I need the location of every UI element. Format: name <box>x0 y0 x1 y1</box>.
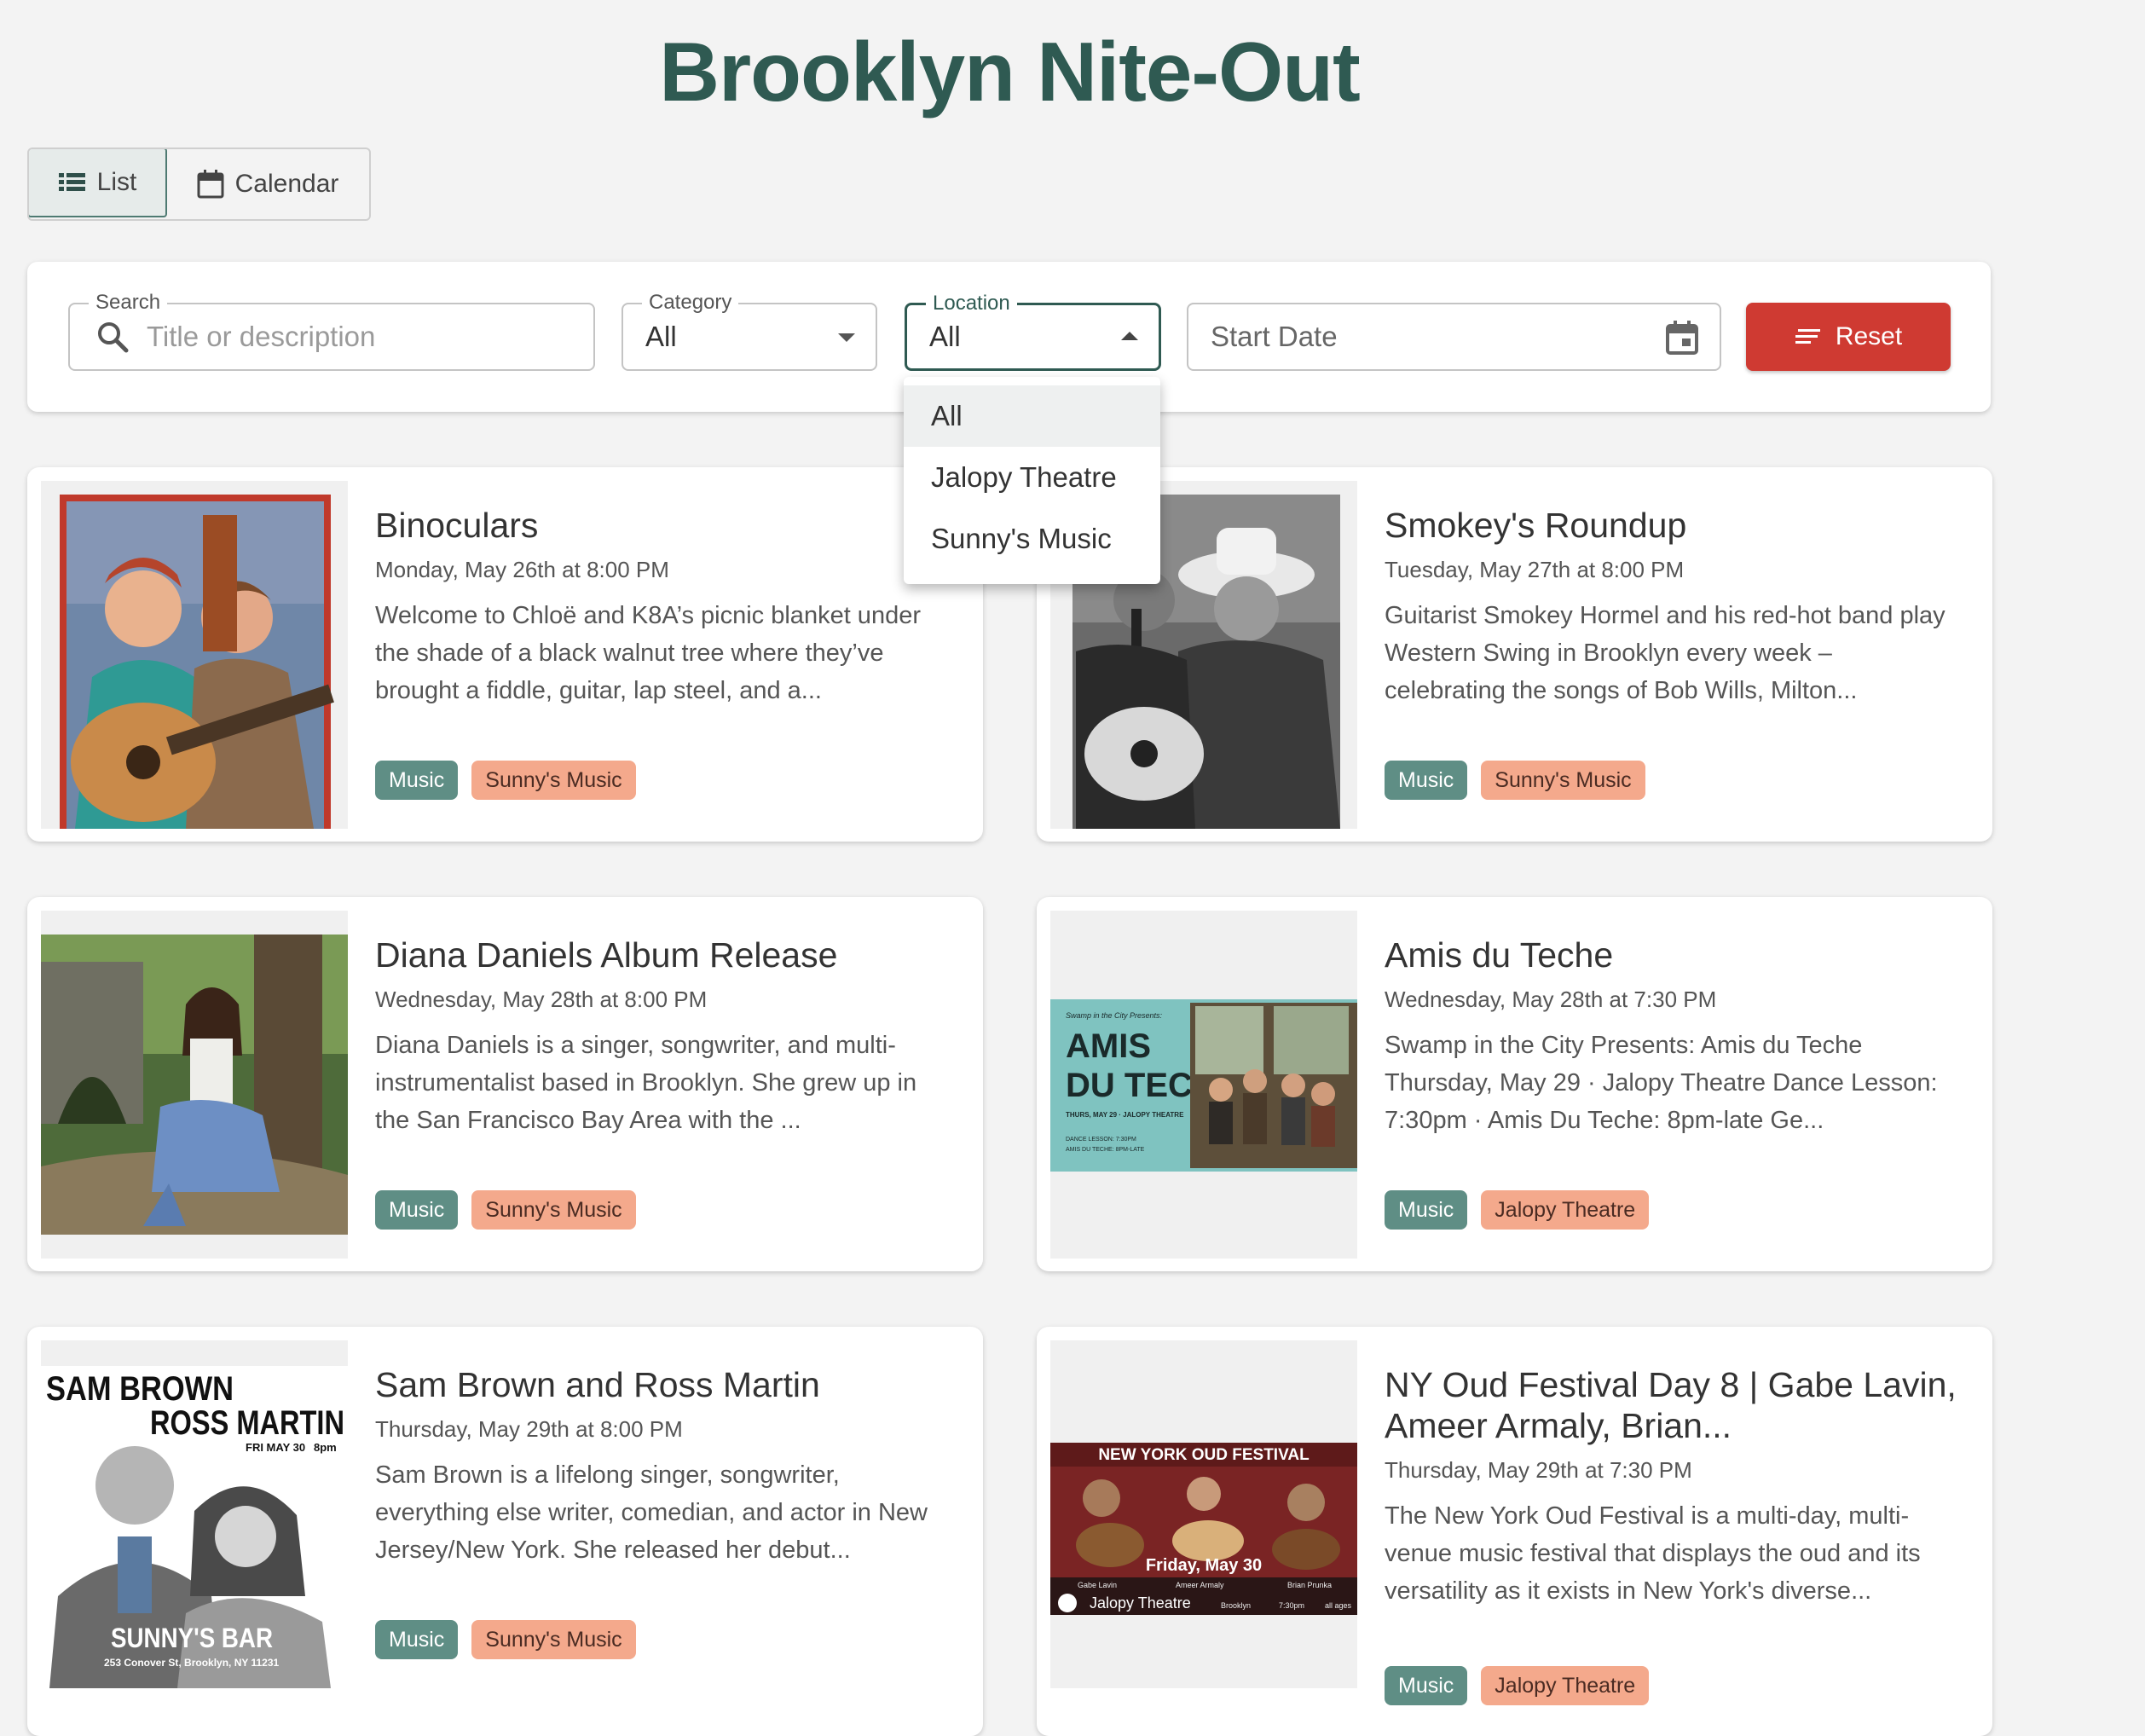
page-title: Brooklyn Nite-Out <box>659 25 1360 119</box>
list-view-label: List <box>96 168 137 196</box>
event-description: Guitarist Smokey Hormel and his red-hot … <box>1385 602 1946 704</box>
event-card[interactable]: NEW YORK OUD FESTIVAL Friday, May 30 Gab… <box>1037 1327 1992 1736</box>
calendar-view-button[interactable]: Calendar <box>165 149 369 219</box>
category-tag[interactable]: Music <box>1385 761 1468 800</box>
event-image: Swamp in the City Presents: AMIS DU TECH… <box>1050 911 1357 1259</box>
event-title[interactable]: Sam Brown and Ross Martin <box>375 1364 949 1405</box>
location-tag[interactable]: Sunny's Music <box>471 1190 636 1230</box>
event-image <box>41 481 348 829</box>
event-title[interactable]: Binoculars <box>375 505 949 546</box>
event-description: Welcome to Chloë and K8A’s picnic blanke… <box>375 602 921 704</box>
category-select[interactable]: Category All <box>622 292 877 371</box>
poster-line2: ROSS MARTIN <box>150 1404 344 1442</box>
category-tag[interactable]: Music <box>375 761 459 800</box>
location-tag[interactable]: Jalopy Theatre <box>1481 1190 1650 1230</box>
calendar-view-label: Calendar <box>234 170 339 198</box>
poster-date: THURS, MAY 29 · JALOPY THEATRE <box>1066 1111 1184 1119</box>
category-tag[interactable]: Music <box>375 1620 459 1659</box>
event-description: Sam Brown is a lifelong singer, songwrit… <box>375 1461 928 1564</box>
location-select[interactable]: Location All <box>905 292 1161 371</box>
calendar-icon <box>197 170 224 199</box>
location-option-all[interactable]: All <box>904 385 1160 447</box>
view-toggle: List Calendar <box>27 148 371 221</box>
event-card[interactable]: Diana Daniels Album Release Wednesday, M… <box>27 897 983 1271</box>
location-option-sunnys-music[interactable]: Sunny's Music <box>904 508 1160 570</box>
event-date: Wednesday, May 28th at 7:30 PM <box>1385 987 1717 1012</box>
poster-time: 7:30pm <box>1279 1601 1304 1610</box>
event-description: The New York Oud Festival is a multi-day… <box>1385 1502 1921 1605</box>
poster-line1: SAM BROWN <box>46 1370 234 1408</box>
filter-lines-icon <box>1795 329 1820 344</box>
chevron-down-icon <box>838 333 855 342</box>
category-tag[interactable]: Music <box>375 1190 459 1230</box>
location-label: Location <box>926 292 1017 315</box>
event-title[interactable]: Diana Daniels Album Release <box>375 935 949 975</box>
category-tag[interactable]: Music <box>1385 1190 1468 1230</box>
event-card[interactable]: SAM BROWN ROSS MARTIN FRI MAY 30 8pm SUN… <box>27 1327 983 1736</box>
start-date-placeholder: Start Date <box>1211 321 1338 352</box>
category-value: All <box>645 321 677 352</box>
list-view-button[interactable]: List <box>29 149 167 217</box>
event-image: NEW YORK OUD FESTIVAL Friday, May 30 Gab… <box>1050 1340 1357 1688</box>
poster-band: AMIS DU TECHE: 8PM-LATE <box>1066 1147 1145 1153</box>
location-tag[interactable]: Sunny's Music <box>471 1620 636 1659</box>
location-tag[interactable]: Sunny's Music <box>1481 761 1645 800</box>
poster-ages: all ages <box>1325 1601 1352 1610</box>
poster-line1: AMIS <box>1066 1027 1151 1065</box>
poster-lesson: DANCE LESSON: 7:30PM <box>1066 1137 1136 1143</box>
event-image <box>41 911 348 1259</box>
poster-venue: Jalopy Theatre <box>1090 1594 1191 1612</box>
poster-date: Friday, May 30 <box>1146 1556 1262 1575</box>
poster-performer-2: Ameer Armaly <box>1176 1581 1224 1589</box>
reset-label: Reset <box>1835 322 1903 350</box>
location-tag[interactable]: Sunny's Music <box>471 761 636 800</box>
event-date: Wednesday, May 28th at 8:00 PM <box>375 987 708 1012</box>
poster-date: FRI MAY 30 <box>246 1441 305 1454</box>
reset-button[interactable]: Reset <box>1746 303 1951 371</box>
event-date: Thursday, May 29th at 7:30 PM <box>1385 1457 1692 1483</box>
event-date: Thursday, May 29th at 8:00 PM <box>375 1416 683 1442</box>
poster-header: NEW YORK OUD FESTIVAL <box>1098 1446 1310 1464</box>
poster-performer-1: Gabe Lavin <box>1078 1581 1117 1589</box>
location-option-jalopy-theatre[interactable]: Jalopy Theatre <box>904 447 1160 508</box>
search-placeholder: Title or description <box>147 321 376 352</box>
date-picker-icon[interactable] <box>1665 320 1699 356</box>
event-date: Monday, May 26th at 8:00 PM <box>375 557 669 582</box>
location-value: All <box>929 321 961 352</box>
search-input[interactable]: Search Title or description <box>68 292 595 371</box>
category-tag[interactable]: Music <box>1385 1666 1468 1705</box>
poster-time: 8pm <box>314 1441 337 1454</box>
event-title[interactable]: NY Oud Festival Day 8 | Gabe Lavin, Amee… <box>1385 1364 1958 1446</box>
chevron-up-icon <box>1121 332 1138 340</box>
poster-city: Brooklyn <box>1221 1601 1251 1610</box>
event-description: Diana Daniels is a singer, songwriter, a… <box>375 1032 917 1134</box>
event-card[interactable]: Binoculars Monday, May 26th at 8:00 PM W… <box>27 467 983 842</box>
event-card[interactable]: Swamp in the City Presents: AMIS DU TECH… <box>1037 897 1992 1271</box>
poster-presents: Swamp in the City Presents: <box>1066 1011 1163 1020</box>
list-icon <box>58 173 85 191</box>
event-image: SAM BROWN ROSS MARTIN FRI MAY 30 8pm SUN… <box>41 1340 348 1688</box>
poster-address: 253 Conover St, Brooklyn, NY 11231 <box>104 1657 280 1669</box>
event-title[interactable]: Amis du Teche <box>1385 935 1958 975</box>
category-label: Category <box>642 292 739 314</box>
event-description: Swamp in the City Presents: Amis du Tech… <box>1385 1032 1938 1134</box>
search-label: Search <box>89 292 168 314</box>
event-title[interactable]: Smokey's Roundup <box>1385 505 1958 546</box>
start-date-input[interactable]: Start Date <box>1187 303 1721 371</box>
poster-venue: SUNNY'S BAR <box>111 1623 273 1653</box>
search-icon <box>98 322 129 353</box>
location-tag[interactable]: Jalopy Theatre <box>1481 1666 1650 1705</box>
location-dropdown-menu: All Jalopy Theatre Sunny's Music <box>904 377 1160 584</box>
poster-performer-3: Brian Prunka <box>1287 1581 1332 1589</box>
event-card[interactable]: Smokey's Roundup Tuesday, May 27th at 8:… <box>1037 467 1992 842</box>
event-date: Tuesday, May 27th at 8:00 PM <box>1385 557 1685 582</box>
